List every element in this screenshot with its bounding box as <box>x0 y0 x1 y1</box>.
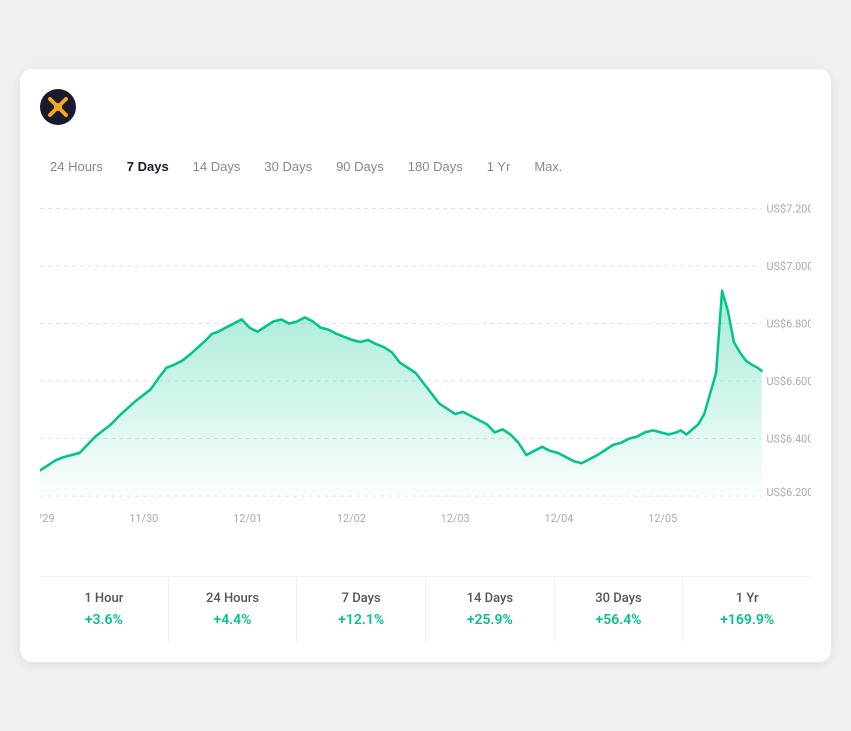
stat-value: +4.4% <box>177 612 289 628</box>
time-filter-btn-7-days[interactable]: 7 Days <box>117 155 179 178</box>
svg-text:US$6.600: US$6.600 <box>767 375 811 388</box>
stat-cell-14-days: 14 Days +25.9% <box>426 577 555 642</box>
stat-label: 30 Days <box>563 591 675 606</box>
price-chart: US$7.200 US$7.000 US$6.800 US$6.600 US$6… <box>40 188 811 568</box>
stat-value: +56.4% <box>563 612 675 628</box>
svg-text:11/30: 11/30 <box>129 512 158 525</box>
chart-svg: US$7.200 US$7.000 US$6.800 US$6.600 US$6… <box>40 188 811 568</box>
stat-label: 1 Yr <box>691 591 803 606</box>
svg-text:US$7.000: US$7.000 <box>767 260 811 273</box>
xt-logo <box>40 89 76 125</box>
svg-text:US$6.800: US$6.800 <box>767 317 811 330</box>
stat-label: 7 Days <box>305 591 417 606</box>
time-filter-btn-90-days[interactable]: 90 Days <box>326 155 394 178</box>
svg-text:US$6.200: US$6.200 <box>767 486 811 499</box>
stat-value: +25.9% <box>434 612 546 628</box>
price-widget: 24 Hours7 Days14 Days30 Days90 Days180 D… <box>20 69 831 662</box>
svg-text:US$6.400: US$6.400 <box>767 433 811 446</box>
time-filter-btn-max.[interactable]: Max. <box>524 155 572 178</box>
svg-text:12/02: 12/02 <box>337 512 366 525</box>
time-filter-btn-24-hours[interactable]: 24 Hours <box>40 155 113 178</box>
stat-value: +169.9% <box>691 612 803 628</box>
svg-text:12/04: 12/04 <box>544 512 573 525</box>
stats-row: 1 Hour +3.6% 24 Hours +4.4% 7 Days +12.1% 14 D… <box>40 576 811 642</box>
stat-label: 1 Hour <box>48 591 160 606</box>
stat-cell-7-days: 7 Days +12.1% <box>297 577 426 642</box>
stat-cell-30-days: 30 Days +56.4% <box>555 577 684 642</box>
svg-text:US$7.200: US$7.200 <box>767 202 811 215</box>
time-filter-btn-14-days[interactable]: 14 Days <box>183 155 251 178</box>
stat-label: 14 Days <box>434 591 546 606</box>
time-filter-btn-30-days[interactable]: 30 Days <box>254 155 322 178</box>
time-filter-bar: 24 Hours7 Days14 Days30 Days90 Days180 D… <box>40 155 811 178</box>
stat-cell-1-yr: 1 Yr +169.9% <box>683 577 811 642</box>
stat-label: 24 Hours <box>177 591 289 606</box>
stat-cell-24-hours: 24 Hours +4.4% <box>169 577 298 642</box>
svg-text:12/03: 12/03 <box>441 512 470 525</box>
stat-value: +12.1% <box>305 612 417 628</box>
svg-text:12/05: 12/05 <box>648 512 677 525</box>
svg-text:12/01: 12/01 <box>233 512 262 525</box>
widget-header <box>40 89 811 125</box>
stat-cell-1-hour: 1 Hour +3.6% <box>40 577 169 642</box>
stat-value: +3.6% <box>48 612 160 628</box>
time-filter-btn-1-yr[interactable]: 1 Yr <box>477 155 521 178</box>
svg-text:11/29: 11/29 <box>40 512 54 525</box>
time-filter-btn-180-days[interactable]: 180 Days <box>398 155 473 178</box>
